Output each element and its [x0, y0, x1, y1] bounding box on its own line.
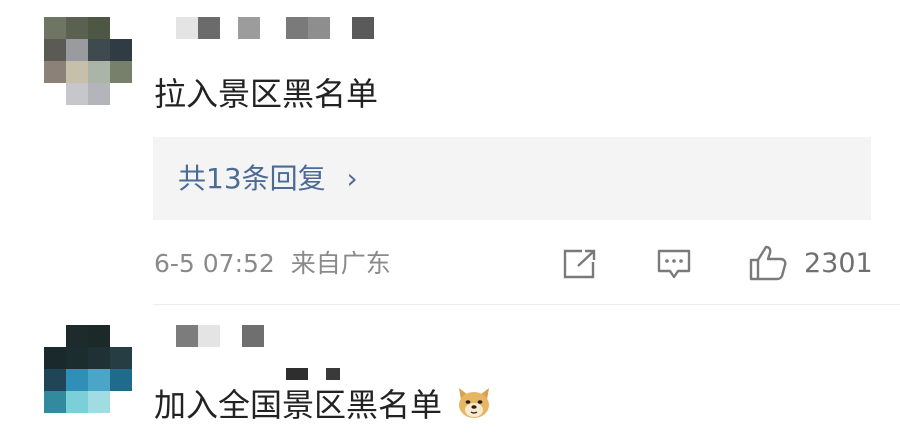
chevron-right-icon: › — [346, 162, 358, 195]
comment-text: 拉入景区黑名单 — [154, 75, 379, 113]
replies-label: 共13条回复 — [178, 162, 326, 195]
username[interactable] — [176, 325, 296, 347]
divider — [153, 304, 900, 305]
comment-meta: 6-5 07:52 来自广东 — [154, 244, 391, 284]
thumbs-up-icon[interactable] — [748, 244, 788, 282]
replies-link[interactable]: 共13条回复 › — [178, 159, 358, 199]
avatar[interactable] — [44, 325, 132, 413]
comment-text-content: 加入全国景区黑名单 — [154, 386, 443, 424]
username[interactable] — [176, 17, 376, 39]
doge-emoji-icon — [459, 388, 490, 418]
username-fragment — [286, 368, 346, 380]
share-icon[interactable] — [562, 248, 598, 280]
like-count: 2301 — [804, 248, 873, 279]
comment-date: 6-5 07:52 — [154, 249, 275, 278]
comment-location: 来自广东 — [290, 249, 391, 278]
comment-icon[interactable] — [656, 248, 692, 280]
replies-box[interactable]: 共13条回复 › — [153, 137, 871, 220]
comment-text: 加入全国景区黑名单 — [154, 385, 492, 425]
avatar[interactable] — [44, 17, 132, 105]
